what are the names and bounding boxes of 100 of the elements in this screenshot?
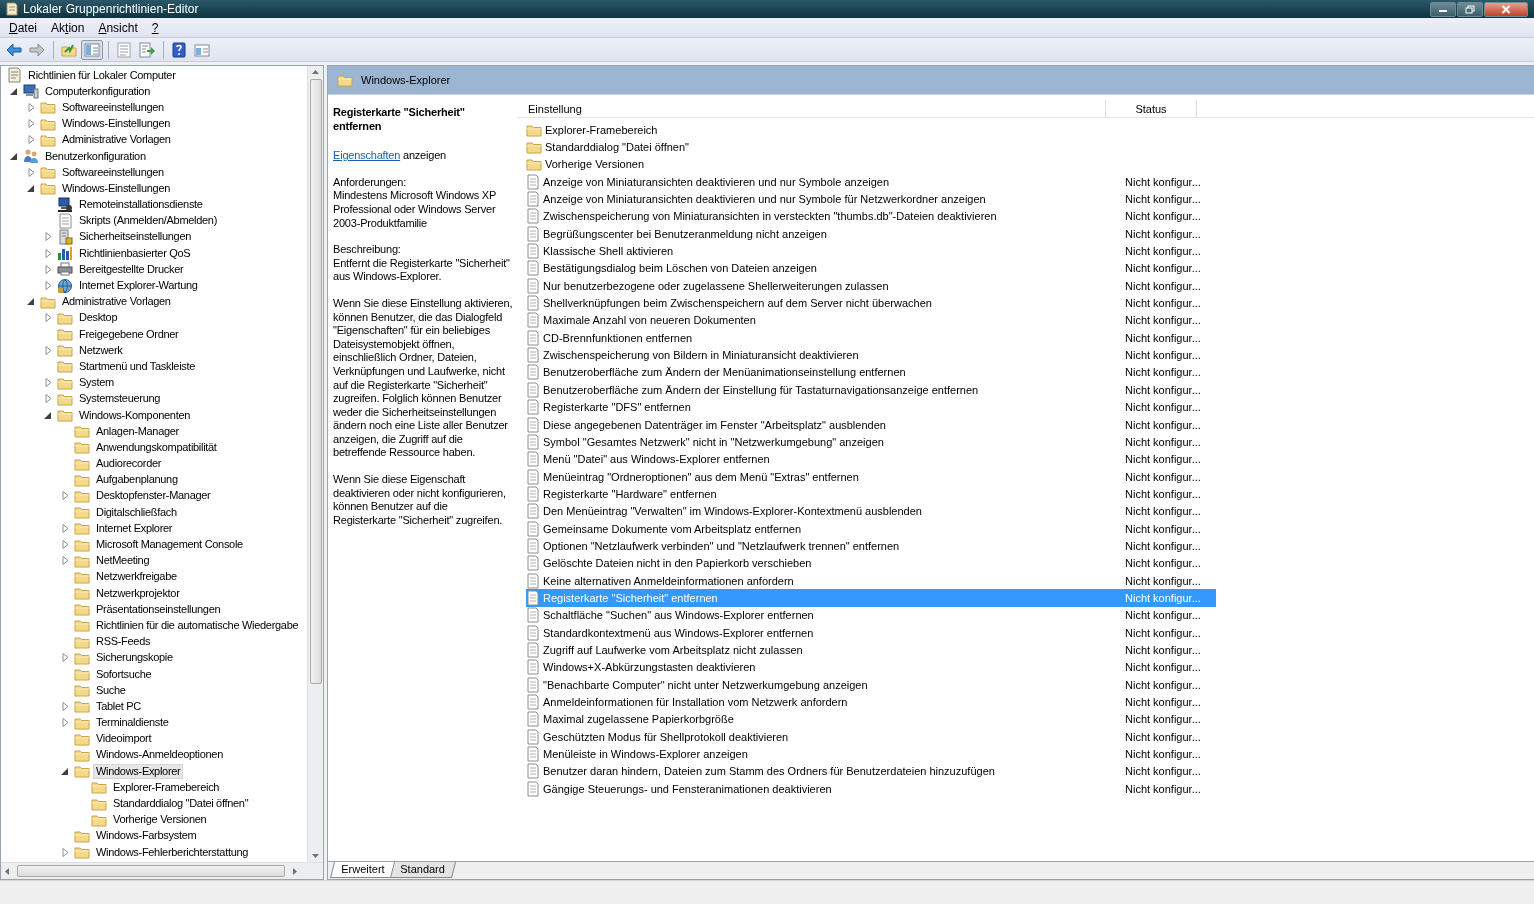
tree-item[interactable]: Freigegebene Ordner [76, 326, 182, 342]
column-heading[interactable]: Einstellung [518, 100, 1106, 117]
restore-button[interactable] [1457, 1, 1483, 17]
list-row[interactable]: Keine alternativen Anmeldeinformationen anfordern Nicht konfigur... [526, 571, 1216, 590]
tree-item[interactable]: Windows-Einstellungen [59, 180, 174, 196]
list-row[interactable]: Zugriff auf Laufwerke vom Arbeitsplatz nicht zulassen Nicht konfigur... [526, 641, 1216, 659]
list-row[interactable]: Explorer-Framebereich [526, 121, 1216, 139]
tree-item[interactable]: Suche [93, 682, 129, 698]
list-row[interactable]: Gemeinsame Dokumente vom Arbeitsplatz entfernen Nicht konfigur... [526, 519, 1216, 538]
tree-item[interactable]: Internet Explorer-Wartung [76, 278, 201, 294]
tree-item[interactable]: Terminaldienste [93, 715, 172, 731]
list-row[interactable]: Benutzeroberfläche zum Ändern der Einstellung für Tastaturnavigationsanzeige entfernen Nicht konfigur... [526, 381, 1216, 399]
list-row[interactable]: Menü "Datei" aus Windows-Explorer entfernen Nicht konfigur... [526, 450, 1216, 468]
list-row[interactable]: Maximale Anzahl von neueren Dokumenten Nicht konfigur... [526, 311, 1216, 330]
toolbar-button[interactable] [136, 39, 158, 60]
list-row[interactable]: Geschützten Modus für Shellprotokoll deaktivieren Nicht konfigur... [526, 728, 1216, 746]
tree-item[interactable]: Anlagen-Manager [93, 423, 182, 439]
tree-item[interactable]: RSS-Feeds [93, 634, 154, 650]
tree-item[interactable]: Sicherungskopie [93, 650, 176, 666]
list-row[interactable]: Zwischenspeicherung von Miniaturansichten in versteckten "thumbs.db"-Dateien deaktivieren Nicht konfigur... [526, 207, 1216, 226]
tree-item[interactable]: Windows-Farbsystem [93, 828, 200, 844]
tree-item[interactable]: Netzwerk [76, 342, 126, 358]
list-row[interactable]: Anmeldeinformationen für Installation vom Netzwerk anfordern Nicht konfigur... [526, 693, 1216, 711]
tree-item[interactable]: Windows-Komponenten [76, 407, 194, 423]
column-heading[interactable]: Status [1106, 100, 1197, 117]
tree-item[interactable]: Systemsteuerung [76, 391, 164, 407]
list-row[interactable]: Optionen "Netzlaufwerk verbinden" und "Netzlaufwerk trennen" entfernen Nicht konfigur... [526, 537, 1216, 555]
properties-link[interactable]: Eigenschaften [333, 149, 401, 162]
tree-item[interactable]: Anwendungskompatibilität [93, 439, 220, 455]
list-row[interactable]: Standardkontextmenü aus Windows-Explorer entfernen Nicht konfigur... [526, 623, 1216, 642]
tree-item[interactable]: Videoimport [93, 731, 155, 747]
list-row[interactable]: Schaltfläche "Suchen" aus Windows-Explorer entfernen Nicht konfigur... [526, 606, 1216, 624]
tree-item[interactable]: Richtlinien für Lokaler Computer [25, 67, 179, 83]
tree-item[interactable]: Sicherheitseinstellungen [76, 229, 195, 245]
tree-item[interactable]: Benutzerkonfiguration [42, 148, 149, 164]
tree-item[interactable]: Richtlinien für die automatische Wiedergabe [93, 617, 302, 633]
tree-item[interactable]: Präsentationseinstellungen [93, 601, 224, 617]
toolbar-button[interactable] [81, 39, 103, 60]
menu-item[interactable]: ? [144, 20, 166, 35]
tree-item[interactable]: Desktopfenster-Manager [93, 488, 214, 504]
tree-item[interactable]: Netzwerkprojektor [93, 585, 183, 601]
tree-item[interactable]: Windows-Einstellungen [59, 116, 174, 132]
minimize-button[interactable] [1430, 1, 1456, 17]
list-row[interactable]: Standarddialog "Datei öffnen" [526, 138, 1216, 156]
list-row[interactable]: "Benachbarte Computer" nicht unter Netzwerkumgebung anzeigen Nicht konfigur... [526, 676, 1216, 694]
tree-item[interactable]: Windows-Explorer [93, 763, 184, 779]
tree-item[interactable]: Sofortsuche [93, 666, 155, 682]
tree-item[interactable]: Digitalschließfach [93, 504, 180, 520]
tree-item[interactable]: Audiorecorder [93, 456, 165, 472]
tree-item[interactable]: Computerkonfiguration [42, 83, 153, 99]
view-tab[interactable]: Standard [389, 862, 457, 878]
menu-item[interactable]: Datei [2, 20, 45, 35]
tree-item[interactable]: Administrative Vorlagen [59, 294, 174, 310]
list-row[interactable]: Registerkarte "Hardware" entfernen Nicht konfigur... [526, 485, 1216, 503]
tree-item[interactable]: Administrative Vorlagen [59, 132, 174, 148]
tree-item[interactable]: Standarddialog "Datei öffnen" [110, 796, 252, 812]
vertical-scrollbar[interactable] [307, 66, 323, 862]
list-row[interactable]: Gängige Steuerungs- und Fensteranimationen deaktivieren Nicht konfigur... [526, 780, 1216, 798]
list-row[interactable]: Bestätigungsdialog beim Löschen von Dateien anzeigen Nicht konfigur... [526, 259, 1216, 278]
tree-item[interactable]: Startmenü und Taskleiste [76, 358, 199, 374]
scroll-thumb[interactable] [309, 79, 322, 684]
list-row[interactable]: Menüleiste in Windows-Explorer anzeigen Nicht konfigur... [526, 745, 1216, 763]
list-row[interactable]: Shellverknüpfungen beim Zwischenspeichern auf dem Server nicht überwachen Nicht konfigur... [526, 294, 1216, 312]
tree-item[interactable]: Microsoft Management Console [93, 537, 246, 553]
tree-item[interactable]: Softwareeinstellungen [59, 99, 167, 115]
tree-item[interactable]: Vorherige Versionen [110, 812, 210, 828]
list-row[interactable]: Benutzer daran hindern, Dateien zum Stamm des Ordners für Benutzerdateien hinzuzufügen Nicht konfigur... [526, 762, 1216, 781]
list-row[interactable]: Anzeige von Miniaturansichten deaktivieren und nur Symbole für Netzwerkordner anzeigen Nicht konfigur... [526, 190, 1216, 208]
list-row[interactable]: Anzeige von Miniaturansichten deaktivieren und nur Symbole anzeigen Nicht konfigur... [526, 173, 1216, 191]
tree-item[interactable]: Softwareeinstellungen [59, 164, 167, 180]
tree-item[interactable]: Windows-Anmeldeoptionen [93, 747, 226, 763]
list-row[interactable]: Begrüßungscenter bei Benutzeranmeldung nicht anzeigen Nicht konfigur... [526, 225, 1216, 243]
list-row[interactable]: Maximal zugelassene Papierkorbgröße Nicht konfigur... [526, 710, 1216, 729]
tree-item[interactable]: Aufgabenplanung [93, 472, 181, 488]
list-row[interactable]: Windows+X-Abkürzungstasten deaktivieren Nicht konfigur... [526, 658, 1216, 676]
scroll-thumb[interactable] [17, 865, 285, 877]
menu-item[interactable]: Ansicht [91, 20, 145, 35]
tree-item[interactable]: Skripts (Anmelden/Abmelden) [76, 213, 221, 229]
tree-item[interactable]: Tablet PC [93, 698, 144, 714]
close-button[interactable] [1484, 1, 1528, 17]
tree-item[interactable]: Richtlinienbasierter QoS [76, 245, 194, 261]
tree-item[interactable]: Remoteinstallationsdienste [76, 197, 206, 213]
tree-item[interactable]: NetMeeting [93, 553, 153, 569]
list-row[interactable]: Menüeintrag "Ordneroptionen" aus dem Menü "Extras" entfernen Nicht konfigur... [526, 467, 1216, 486]
horizontal-scrollbar[interactable] [1, 862, 323, 879]
list-row[interactable]: Nur benutzerbezogene oder zugelassene Shellerweiterungen zulassen Nicht konfigur... [526, 277, 1216, 295]
tree-item[interactable]: Windows-Fehlerberichterstattung [93, 844, 252, 860]
tree-item[interactable]: Explorer-Framebereich [110, 779, 223, 795]
list-row[interactable]: Registerkarte "DFS" entfernen Nicht konfigur... [526, 398, 1216, 416]
tree-item[interactable]: System [76, 375, 117, 391]
list-row[interactable]: Symbol "Gesamtes Netzwerk" nicht in "Netzwerkumgebung" anzeigen Nicht konfigur... [526, 433, 1216, 451]
view-tab[interactable]: Erweitert [330, 862, 396, 878]
list-row[interactable]: CD-Brennfunktionen entfernen Nicht konfigur... [526, 329, 1216, 347]
list-row[interactable]: Zwischenspeicherung von Bildern in Miniaturansicht deaktivieren Nicht konfigur... [526, 346, 1216, 364]
tree-item[interactable]: Bereitgestellte Drucker [76, 261, 187, 277]
list-row[interactable]: Benutzeroberfläche zum Ändern der Menüanimationseinstellung entfernen Nicht konfigur... [526, 363, 1216, 382]
list-row[interactable]: Gelöschte Dateien nicht in den Papierkorb verschieben Nicht konfigur... [526, 554, 1216, 572]
menu-item[interactable]: Aktion [44, 20, 92, 35]
tree-item[interactable]: Desktop [76, 310, 121, 326]
list-row[interactable]: Diese angegebenen Datenträger im Fenster "Arbeitsplatz" ausblenden Nicht konfigur... [526, 415, 1216, 434]
